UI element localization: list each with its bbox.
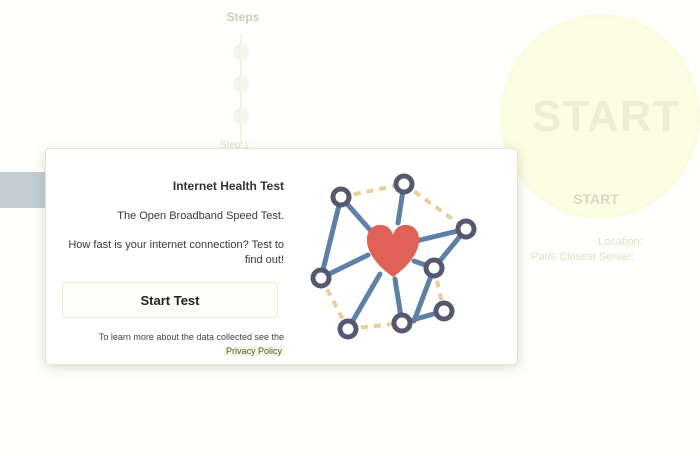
side-tab[interactable] bbox=[0, 172, 46, 208]
privacy-policy-link[interactable]: Privacy Policy bbox=[223, 346, 284, 356]
step-dot bbox=[233, 108, 249, 124]
network-heart-icon bbox=[310, 173, 477, 340]
modal-subtitle: The Open Broadband Speed Test. bbox=[117, 210, 284, 222]
modal-question: How fast is your internet connection? Te… bbox=[68, 239, 284, 266]
modal-content: Internet Health Test The Open Broadband … bbox=[62, 173, 284, 358]
start-small-label: START bbox=[573, 191, 619, 207]
start-test-button[interactable]: Start Test bbox=[62, 282, 278, 318]
closest-server-label: Closest Server: bbox=[559, 251, 635, 263]
modal-title: Internet Health Test bbox=[172, 179, 284, 193]
page: Steps Step 1 START START Location: Paris… bbox=[0, 0, 700, 456]
step-dot bbox=[233, 44, 249, 60]
steps-title: Steps bbox=[226, 10, 260, 24]
start-circle-label: START bbox=[532, 92, 681, 141]
heart-shape bbox=[366, 224, 420, 277]
closest-server-value: Paris bbox=[531, 251, 557, 263]
intro-modal: Internet Health Test The Open Broadband … bbox=[45, 148, 518, 365]
privacy-note: To learn more about the data collected s… bbox=[62, 330, 284, 358]
closest-server-row: Paris Closest Server: bbox=[531, 251, 634, 263]
location-label: Location: bbox=[598, 236, 643, 248]
privacy-text: To learn more about the data collected s… bbox=[98, 332, 284, 342]
step-dot bbox=[233, 76, 249, 92]
